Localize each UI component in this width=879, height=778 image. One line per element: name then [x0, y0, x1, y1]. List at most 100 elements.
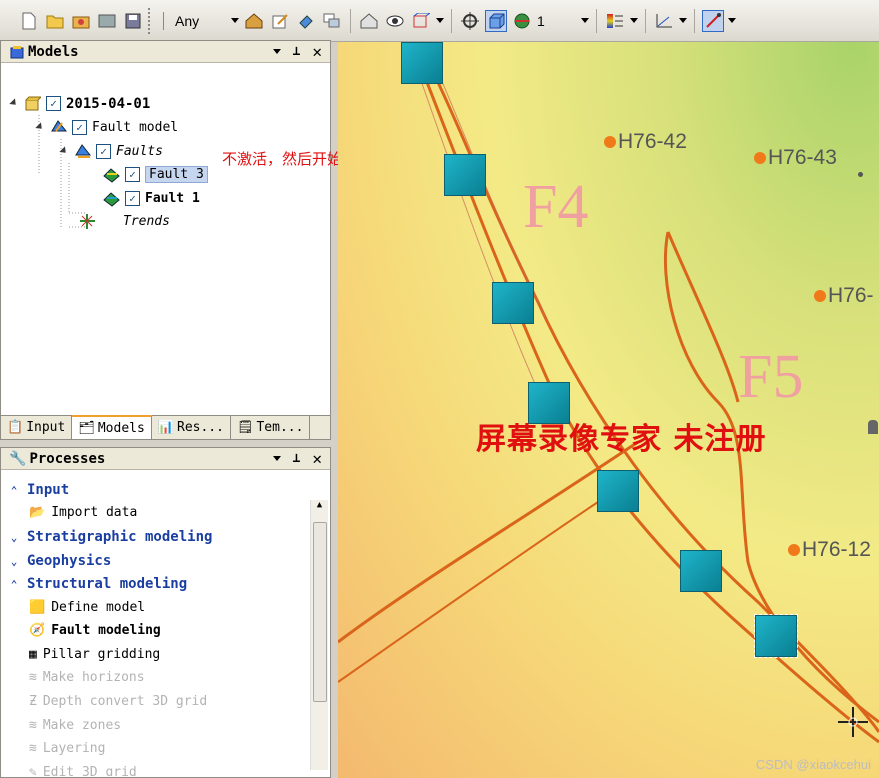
well-marker[interactable]: H76-	[814, 284, 874, 308]
fault-point-node-selected[interactable]	[754, 614, 798, 658]
map-window[interactable]: F4 F5 H76-42 H76-43 H76- H76-12 屏幕录像专家 未…	[338, 42, 879, 778]
edit-icon[interactable]	[269, 10, 291, 32]
view-eye-icon[interactable]	[384, 10, 406, 32]
tab-models[interactable]: 🗂 Models	[72, 415, 152, 439]
process-group-geophysics[interactable]: ⌄ Geophysics	[7, 553, 112, 569]
color-table-icon[interactable]	[604, 10, 626, 32]
selection-dropdown[interactable]: Any	[163, 11, 239, 30]
close-icon[interactable]: ✕	[312, 42, 322, 61]
well-marker[interactable]: H76-43	[754, 146, 837, 170]
fault-point-node[interactable]	[492, 282, 534, 324]
fault-point-node[interactable]	[597, 470, 639, 512]
processes-scrollbar[interactable]: ▲	[310, 500, 328, 770]
index-dropdown[interactable]: 1	[537, 13, 589, 29]
expand-arrow-icon[interactable]	[59, 145, 71, 158]
chevron-down-icon	[581, 18, 589, 23]
chevron-down-icon[interactable]	[679, 18, 687, 23]
tree-node-trends[interactable]: Trends	[79, 213, 170, 230]
process-depth-convert[interactable]: Ƶ Depth convert 3D grid	[29, 694, 207, 709]
models-panel-title: Models	[28, 43, 79, 60]
process-group-structural[interactable]: ⌃ Structural modeling	[7, 576, 187, 592]
house-icon[interactable]	[243, 10, 265, 32]
processes-list: ⌃ Input 📂 Import data ⌄ Stratigraphic model…	[1, 470, 330, 776]
chevron-down-icon[interactable]	[630, 18, 638, 23]
windows-icon[interactable]	[321, 10, 343, 32]
cube-view-icon[interactable]	[485, 9, 507, 32]
fault-model-checkbox[interactable]: ✓	[72, 120, 87, 135]
close-icon[interactable]: ✕	[312, 449, 322, 468]
process-make-horizons[interactable]: ≋ Make horizons	[29, 670, 145, 685]
expand-chevron-icon[interactable]: ⌄	[7, 555, 21, 568]
faults-checkbox[interactable]: ✓	[96, 144, 111, 159]
import-icon[interactable]	[70, 10, 92, 32]
tab-input[interactable]: 📋 Input	[1, 416, 73, 439]
models-panel-tabs: 📋 Input 🗂 Models 📊 Res... 🗒 Tem...	[1, 415, 330, 439]
paint-icon[interactable]	[295, 10, 317, 32]
layering-icon: ≋	[29, 741, 37, 756]
expand-arrow-icon[interactable]	[9, 97, 21, 110]
well-dot-icon	[858, 172, 863, 177]
fault-point-node[interactable]	[680, 550, 722, 592]
fault-point-node[interactable]	[444, 154, 486, 196]
save-icon[interactable]	[122, 10, 144, 32]
tab-templates[interactable]: 🗒 Tem...	[231, 416, 311, 439]
wrench-icon: 🔧	[9, 450, 27, 467]
expand-chevron-icon[interactable]: ⌄	[7, 531, 21, 544]
process-make-zones[interactable]: ≋ Make zones	[29, 718, 121, 733]
home-view-icon[interactable]	[358, 10, 380, 32]
target-icon[interactable]	[459, 10, 481, 32]
process-layering[interactable]: ≋ Layering	[29, 741, 105, 756]
toolbar-grip[interactable]	[148, 7, 156, 34]
chevron-down-icon[interactable]	[728, 18, 736, 23]
tree-node-root[interactable]: ✓ 2015-04-01	[9, 95, 151, 112]
well-dot-icon	[754, 152, 766, 164]
fault-icon	[103, 192, 120, 207]
fault-modeling-icon: 🧭	[29, 623, 46, 638]
well-marker[interactable]: H76-42	[604, 130, 687, 154]
watermark-text: 屏幕录像专家 未注册	[476, 422, 767, 457]
expand-arrow-icon[interactable]	[35, 121, 47, 134]
trends-icon	[80, 214, 95, 229]
tab-models-label: Models	[97, 420, 145, 436]
toolbar-separator	[694, 8, 695, 33]
tree-node-fault1[interactable]: ✓ Fault 1	[103, 190, 200, 207]
fault3-checkbox[interactable]: ✓	[125, 167, 140, 182]
tree-node-faults[interactable]: ✓ Faults	[59, 143, 163, 160]
new-file-icon[interactable]	[18, 10, 40, 32]
process-import-data[interactable]: 📂 Import data	[29, 505, 137, 520]
tree-label-root: 2015-04-01	[66, 95, 151, 112]
screenshot-icon[interactable]	[96, 10, 118, 32]
process-group-input[interactable]: ⌃ Input	[7, 482, 69, 498]
globe-icon[interactable]	[511, 10, 533, 32]
axis-icon[interactable]	[653, 10, 675, 32]
tree-node-fault3[interactable]: ✓ Fault 3	[103, 166, 208, 183]
process-pillar-gridding[interactable]: ▦ Pillar gridding	[29, 647, 160, 662]
pin-icon[interactable]: ⊥	[293, 44, 301, 59]
panel-menu-icon[interactable]	[272, 49, 281, 54]
fault-model-icon	[51, 120, 67, 132]
models-tab-icon: 🗂	[78, 420, 95, 436]
process-edit-3d-grid[interactable]: ✎ Edit 3D grid	[29, 765, 137, 776]
process-group-stratigraphic[interactable]: ⌄ Stratigraphic modeling	[7, 529, 213, 545]
chevron-down-icon[interactable]	[436, 18, 444, 23]
pin-icon[interactable]: ⊥	[293, 451, 301, 466]
process-fault-modeling[interactable]: 🧭 Fault modeling	[29, 623, 161, 638]
tab-results[interactable]: 📊 Res...	[152, 416, 231, 439]
scroll-up-icon[interactable]: ▲	[311, 500, 328, 510]
pillar-grid-icon: ▦	[29, 647, 37, 662]
open-folder-icon[interactable]	[44, 10, 66, 32]
panel-menu-icon[interactable]	[272, 456, 281, 461]
root-checkbox[interactable]: ✓	[46, 96, 61, 111]
tree-node-fault-model[interactable]: ✓ Fault model	[35, 119, 178, 136]
digitize-pen-icon[interactable]	[702, 9, 724, 32]
grid-box-icon[interactable]	[410, 10, 432, 32]
process-define-model[interactable]: 🟨 Define model	[29, 600, 145, 615]
collapse-chevron-icon[interactable]: ⌃	[7, 578, 21, 591]
fault1-checkbox[interactable]: ✓	[125, 191, 140, 206]
chevron-down-icon	[231, 18, 239, 23]
credit-text: CSDN @xiaokcehui	[755, 757, 871, 772]
well-marker[interactable]: H76-12	[788, 538, 871, 562]
collapse-chevron-icon[interactable]: ⌃	[7, 484, 21, 497]
fault-point-node[interactable]	[401, 42, 443, 84]
scrollbar-thumb[interactable]	[313, 522, 327, 702]
